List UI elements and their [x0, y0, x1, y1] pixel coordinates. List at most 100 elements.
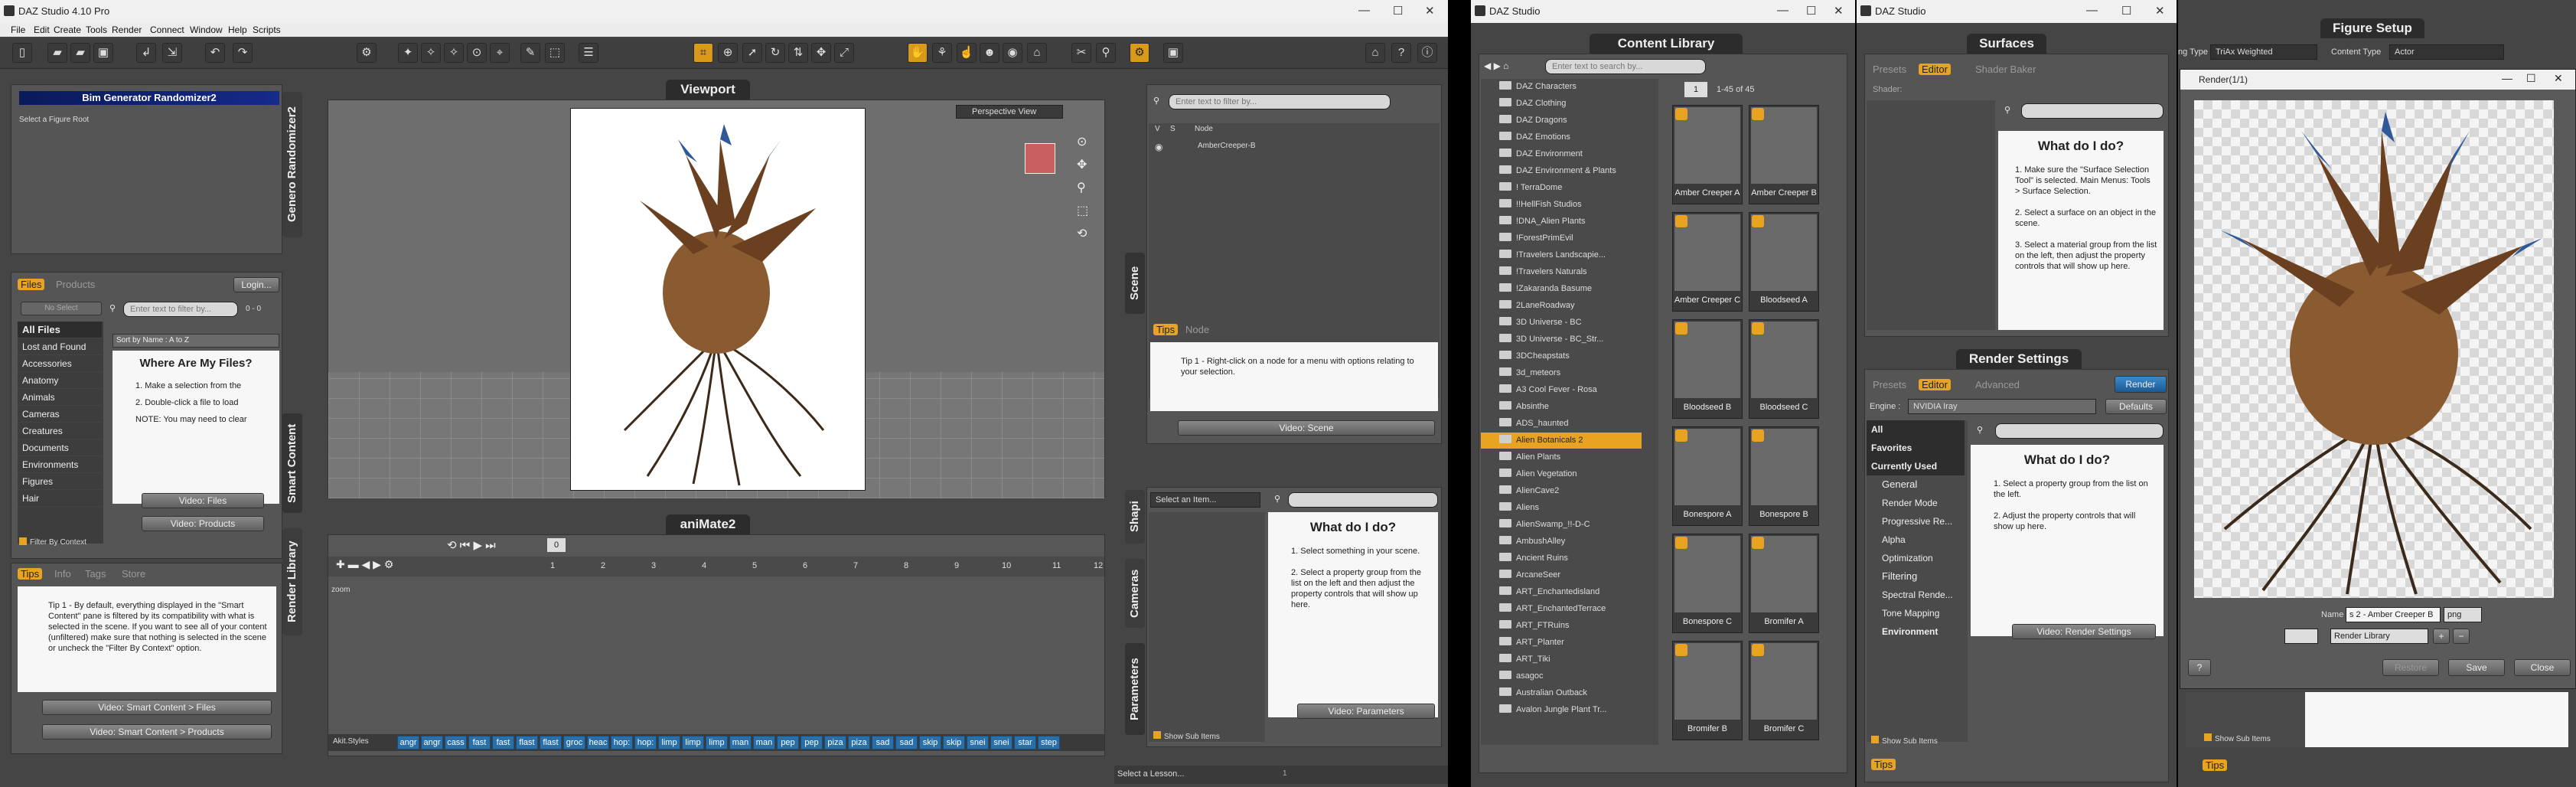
tab-shader-baker[interactable]: Shader Baker [1975, 64, 2036, 75]
render-filter-input[interactable] [1995, 423, 2164, 439]
tree-folder[interactable]: ADS_haunted [1481, 416, 1642, 432]
content-thumbnail[interactable]: Bloodseed B [1672, 319, 1743, 419]
remove-icon[interactable]: − [2453, 629, 2470, 644]
content-thumbnail[interactable]: Bloodseed A [1749, 212, 1819, 312]
menu-create[interactable]: Create [54, 24, 81, 35]
pointer-icon[interactable]: ➚ [742, 43, 762, 63]
tree-folder[interactable]: ART_Tiki [1481, 651, 1642, 668]
move-icon[interactable]: ✥ [811, 43, 831, 63]
node-selection-icon[interactable]: ⌗ [693, 43, 713, 63]
list-icon[interactable]: ☰ [579, 43, 598, 63]
close-icon[interactable]: ✕ [1425, 4, 1435, 18]
menu-tools[interactable]: Tools [86, 24, 107, 35]
category-figures[interactable]: Figures [18, 473, 102, 490]
tree-folder[interactable]: ! TerraDome [1481, 180, 1642, 196]
tree-folder[interactable]: DAZ Characters [1481, 79, 1642, 95]
content-thumbnail[interactable]: Bonespore A [1672, 426, 1743, 526]
tab-tags[interactable]: Tags [85, 568, 106, 580]
anim-clip-chip[interactable]: angr [397, 736, 419, 749]
anim-clip-chip[interactable]: piza [824, 736, 846, 749]
tab-surf-editor[interactable]: Editor [1919, 64, 1951, 75]
joint-editor-icon[interactable]: ✧ [421, 43, 441, 63]
save-icon[interactable]: ▣ [93, 43, 113, 63]
tab-render-advanced[interactable]: Advanced [1975, 379, 2020, 390]
anim-clip-chip[interactable]: limp [706, 736, 728, 749]
anim-clip-chip[interactable]: hop: [611, 736, 633, 749]
anim-clip-chip[interactable]: groc [563, 736, 585, 749]
category-hair[interactable]: Hair [18, 490, 102, 507]
content-thumbnail[interactable]: Bromifer B [1672, 641, 1743, 740]
tree-folder[interactable]: ART_EnchantedTerrace [1481, 601, 1642, 617]
content-search-input[interactable]: Enter text to search by... [1545, 59, 1706, 74]
tab-genero-randomizer[interactable]: Genero Randomizer2 [282, 92, 302, 237]
link-icon[interactable]: ⚲ [1096, 43, 1116, 63]
content-thumbnail[interactable]: Bloodseed C [1749, 319, 1819, 419]
maximize-icon[interactable]: ☐ [2121, 4, 2131, 18]
defaults-button[interactable]: Defaults [2105, 399, 2167, 414]
close-icon[interactable]: ✕ [1834, 4, 1844, 18]
tab-products[interactable]: Products [56, 279, 95, 290]
prop-tone-mapping[interactable]: Tone Mapping [1867, 604, 1965, 622]
anim-clip-chip[interactable]: heac [587, 736, 609, 749]
category-documents[interactable]: Documents [18, 439, 102, 456]
category-cameras[interactable]: Cameras [18, 406, 102, 423]
anim-clip-chip[interactable]: fast [468, 736, 491, 749]
render-help-icon[interactable]: ? [2188, 659, 2211, 676]
video-scene-button[interactable]: Video: Scene [1178, 420, 1435, 436]
hand-tool-icon[interactable]: ☝ [957, 43, 977, 63]
video-sc-products-button[interactable]: Video: Smart Content > Products [42, 724, 272, 740]
tree-folder[interactable]: !Travelers Naturals [1481, 264, 1642, 280]
pose-tool-icon[interactable]: ✋ [908, 43, 928, 63]
figure-tool-icon[interactable]: ⚘ [932, 43, 952, 63]
anim-clip-chip[interactable]: flast [540, 736, 562, 749]
render-ext-dropdown[interactable]: png [2444, 607, 2482, 622]
tree-folder[interactable]: asagoc [1481, 668, 1642, 684]
tree-folder[interactable]: AmbushAlley [1481, 534, 1642, 550]
tree-folder[interactable]: DAZ Dragons [1481, 113, 1642, 129]
category-lost-found[interactable]: Lost and Found [18, 338, 102, 355]
tree-folder[interactable]: AlienSwamp_!!-D-C [1481, 517, 1642, 533]
content-thumbnail[interactable]: Bromifer A [1749, 534, 1819, 633]
minimize-icon[interactable]: — [1777, 4, 1789, 17]
tree-folder[interactable]: Ancient Ruins [1481, 550, 1642, 567]
anim-clip-chip[interactable]: sad [872, 736, 894, 749]
import-icon[interactable]: ↲ [136, 43, 156, 63]
save-button[interactable]: Save [2448, 659, 2505, 676]
render-target-dropdown[interactable] [2284, 629, 2318, 644]
tab-render-library[interactable]: Render Library [282, 528, 302, 635]
reset-view-icon[interactable]: ⟲ [1077, 223, 1088, 246]
tab-smart-content[interactable]: Smart Content [282, 413, 302, 513]
translate-icon[interactable]: ⇅ [788, 43, 808, 63]
loop-icon[interactable]: ⟲ [447, 539, 457, 552]
tab-surf-presets[interactable]: Presets [1873, 64, 1906, 75]
category-anatomy[interactable]: Anatomy [18, 372, 102, 389]
menu-edit[interactable]: Edit [34, 24, 50, 35]
content-thumbnail[interactable]: Amber Creeper B [1749, 105, 1819, 204]
rig-type-dropdown[interactable]: TriAx Weighted [2210, 44, 2317, 60]
param-filter-input[interactable] [1288, 492, 1438, 508]
anim-clip-chip[interactable]: limp [682, 736, 704, 749]
geometry-editor-icon[interactable]: ✧ [444, 43, 464, 63]
tree-folder[interactable]: Alien Plants [1481, 449, 1642, 465]
render-name-input[interactable]: s 2 - Amber Creeper B [2346, 607, 2441, 622]
camera-tool-icon[interactable]: ⌂ [1027, 43, 1047, 63]
tree-folder[interactable]: A3 Cool Fever - Rosa [1481, 382, 1642, 398]
close-button[interactable]: Close [2514, 659, 2571, 676]
lesson-dropdown[interactable]: Select a Lesson... [1117, 769, 1184, 779]
tab-render-tips[interactable]: Tips [1871, 759, 1896, 770]
tree-folder[interactable]: !DNA_Alien Plants [1481, 214, 1642, 230]
content-thumbnail[interactable]: Amber Creeper A [1672, 105, 1743, 204]
anim-clip-chip[interactable]: skip [943, 736, 965, 749]
maximize-icon[interactable]: ☐ [1393, 4, 1403, 18]
tab-render-presets[interactable]: Presets [1873, 379, 1906, 390]
scene-filter-input[interactable]: Enter text to filter by... [1169, 94, 1391, 109]
menu-render[interactable]: Render [112, 24, 142, 35]
video-parameters-button[interactable]: Video: Parameters [1297, 704, 1435, 719]
orbit-icon[interactable]: ⊙ [1077, 131, 1088, 154]
tree-folder[interactable]: DAZ Clothing [1481, 96, 1642, 112]
tree-folder[interactable]: Absinthe [1481, 399, 1642, 415]
tab-scene[interactable]: Scene [1125, 253, 1145, 314]
content-thumbnail[interactable]: Bonespore C [1672, 534, 1743, 633]
tree-folder[interactable]: Avalon Jungle Plant Tr... [1481, 702, 1642, 718]
close-icon[interactable]: ✕ [2155, 4, 2165, 18]
